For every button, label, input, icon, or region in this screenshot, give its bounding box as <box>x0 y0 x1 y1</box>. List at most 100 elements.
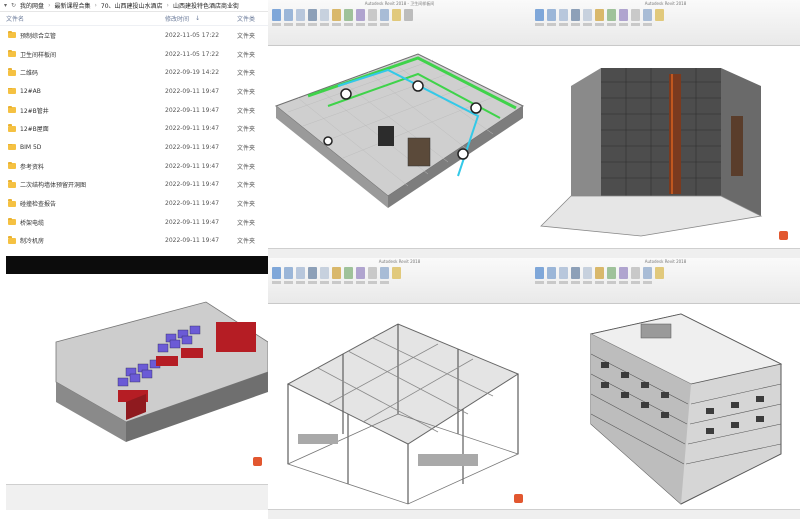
equipment-room-panel <box>6 274 268 510</box>
file-date: 2022-09-11 19:47 <box>165 237 220 245</box>
trim-tool-icon[interactable] <box>392 9 401 21</box>
file-type: 文件夹 <box>237 70 256 78</box>
join-tool-icon[interactable] <box>583 9 592 21</box>
join-tool-icon[interactable] <box>320 267 329 279</box>
paste-tool-icon[interactable] <box>559 9 568 21</box>
split-tool-icon[interactable] <box>404 9 413 21</box>
breadcrumb-item[interactable]: 山西建投特色酒店商业街 <box>173 1 239 10</box>
file-row[interactable]: 12#AB 2022-09-11 19:47 文件夹 <box>0 82 268 101</box>
modify-tool-icon[interactable] <box>535 267 544 279</box>
trim-tool-icon[interactable] <box>655 267 664 279</box>
file-row[interactable]: 卫生间样板间 2022-11-05 17:22 文件夹 <box>0 45 268 64</box>
file-row[interactable]: 12#B屋面 2022-09-11 19:47 文件夹 <box>0 119 268 138</box>
paste-tool-icon[interactable] <box>296 9 305 21</box>
file-row[interactable]: 桥架电缆 2022-09-11 19:47 文件夹 <box>0 213 268 232</box>
folder-icon <box>8 236 16 244</box>
offset-tool-icon[interactable] <box>344 267 353 279</box>
3d-viewport[interactable] <box>531 46 800 248</box>
mirror-tool-icon[interactable] <box>356 9 365 21</box>
3d-viewport[interactable] <box>268 46 531 248</box>
file-name: 参考资料 <box>0 161 165 171</box>
trim-tool-icon[interactable] <box>392 267 401 279</box>
file-type: 文件夹 <box>237 238 256 246</box>
column-date[interactable]: 修改时间 ↓ <box>165 14 237 23</box>
rotate-tool-icon[interactable] <box>380 267 389 279</box>
file-row[interactable]: 二维码 2022-09-19 14:22 文件夹 <box>0 63 268 82</box>
file-name-label: 预制综合立管 <box>20 32 57 40</box>
file-name-label: 二维码 <box>20 70 39 78</box>
screenshot-collage: ▾ ↻ 我的网盘 › 最新课程合集 › 70、山西建投山水酒店 › 山西建投特色… <box>0 0 800 519</box>
3d-viewport[interactable] <box>531 304 800 509</box>
column-type[interactable]: 文件类 <box>237 14 267 23</box>
paste-tool-icon[interactable] <box>296 267 305 279</box>
folder-icon <box>8 199 16 207</box>
file-row[interactable]: 碰撞检查报告 2022-09-11 19:47 文件夹 <box>0 194 268 213</box>
file-name: 12#B管井 <box>0 105 165 115</box>
mirror-tool-icon[interactable] <box>619 9 628 21</box>
offset-tool-icon[interactable] <box>607 9 616 21</box>
3d-viewport[interactable] <box>6 282 268 484</box>
modify-tool-icon[interactable] <box>535 9 544 21</box>
file-type: 文件夹 <box>237 107 256 115</box>
file-row[interactable]: 12#B管井 2022-09-11 19:47 文件夹 <box>0 101 268 120</box>
align-tool-icon[interactable] <box>332 267 341 279</box>
copy-tool-icon[interactable] <box>547 9 556 21</box>
video-strip <box>6 256 268 274</box>
move-tool-icon[interactable] <box>368 9 377 21</box>
align-tool-icon[interactable] <box>595 267 604 279</box>
mirror-tool-icon[interactable] <box>619 267 628 279</box>
move-tool-icon[interactable] <box>631 267 640 279</box>
breadcrumb-item[interactable]: 最新课程合集 <box>54 1 90 10</box>
align-tool-icon[interactable] <box>595 9 604 21</box>
ribbon-toolbar: Autodesk Revit 2018 <box>531 258 800 304</box>
breadcrumb: ▾ ↻ 我的网盘 › 最新课程合集 › 70、山西建投山水酒店 › 山西建投特色… <box>0 0 268 12</box>
modify-tool-icon[interactable] <box>272 267 281 279</box>
file-row[interactable]: 制冷机房 2022-09-11 19:47 文件夹 <box>0 232 268 251</box>
revit-structure-panel: Autodesk Revit 2018 <box>268 258 531 519</box>
file-type: 文件夹 <box>237 182 256 190</box>
file-row[interactable]: 参考资料 2022-09-11 19:47 文件夹 <box>0 157 268 176</box>
file-name-label: 制冷机房 <box>20 238 45 246</box>
ribbon-toolbar: Autodesk Revit 2018 <box>268 258 531 304</box>
file-row[interactable]: 二次结构墙体预留开洞图 2022-09-11 19:47 文件夹 <box>0 176 268 195</box>
folder-icon <box>8 180 16 188</box>
align-tool-icon[interactable] <box>332 9 341 21</box>
3d-viewport[interactable] <box>268 304 531 509</box>
file-type: 文件夹 <box>237 32 256 40</box>
copy-tool-icon[interactable] <box>284 9 293 21</box>
offset-tool-icon[interactable] <box>607 267 616 279</box>
copy-tool-icon[interactable] <box>284 267 293 279</box>
file-name: 二维码 <box>0 68 165 77</box>
cut-tool-icon[interactable] <box>571 267 580 279</box>
join-tool-icon[interactable] <box>583 267 592 279</box>
move-tool-icon[interactable] <box>368 267 377 279</box>
file-date: 2022-11-05 17:22 <box>165 50 220 58</box>
cut-tool-icon[interactable] <box>308 267 317 279</box>
mirror-tool-icon[interactable] <box>356 267 365 279</box>
modify-tool-icon[interactable] <box>272 9 281 21</box>
rotate-tool-icon[interactable] <box>380 9 389 21</box>
breadcrumb-item[interactable]: 我的网盘 <box>20 1 44 10</box>
rotate-tool-icon[interactable] <box>643 9 652 21</box>
file-date: 2022-11-05 17:22 <box>165 31 220 39</box>
file-row[interactable]: 预制综合立管 2022-11-05 17:22 文件夹 <box>0 26 268 45</box>
recording-badge-icon <box>514 494 523 503</box>
column-name[interactable]: 文件名 <box>0 14 165 23</box>
breadcrumb-item[interactable]: 70、山西建投山水酒店 <box>101 1 163 10</box>
rotate-tool-icon[interactable] <box>643 267 652 279</box>
paste-tool-icon[interactable] <box>559 267 568 279</box>
copy-tool-icon[interactable] <box>547 267 556 279</box>
cut-tool-icon[interactable] <box>308 9 317 21</box>
file-explorer: ▾ ↻ 我的网盘 › 最新课程合集 › 70、山西建投山水酒店 › 山西建投特色… <box>0 0 268 258</box>
file-name: 12#AB <box>0 87 165 95</box>
ribbon-toolbar: Autodesk Revit 2018 <box>531 0 800 46</box>
nav-dropdown-icon[interactable]: ▾ <box>4 2 7 9</box>
file-date: 2022-09-11 19:47 <box>165 200 220 208</box>
trim-tool-icon[interactable] <box>655 9 664 21</box>
file-row[interactable]: BIM 5D 2022-09-11 19:47 文件夹 <box>0 138 268 157</box>
move-tool-icon[interactable] <box>631 9 640 21</box>
offset-tool-icon[interactable] <box>344 9 353 21</box>
refresh-icon[interactable]: ↻ <box>11 2 16 9</box>
cut-tool-icon[interactable] <box>571 9 580 21</box>
join-tool-icon[interactable] <box>320 9 329 21</box>
